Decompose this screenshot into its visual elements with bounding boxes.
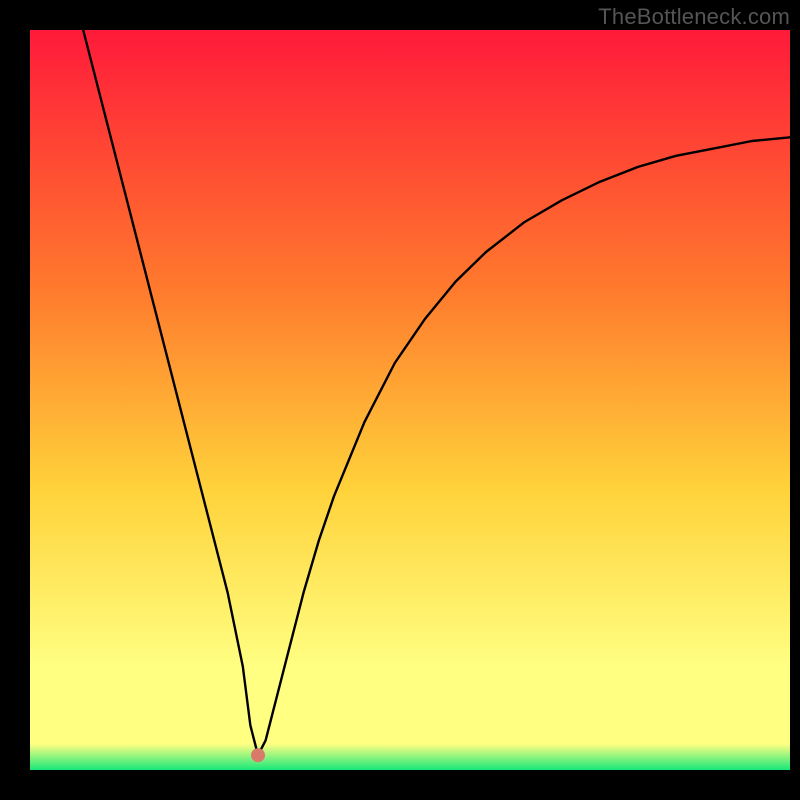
- chart-container: TheBottleneck.com: [0, 0, 800, 800]
- min-marker: [251, 748, 265, 762]
- plot-area: [30, 30, 790, 770]
- bottleneck-chart: [0, 0, 800, 800]
